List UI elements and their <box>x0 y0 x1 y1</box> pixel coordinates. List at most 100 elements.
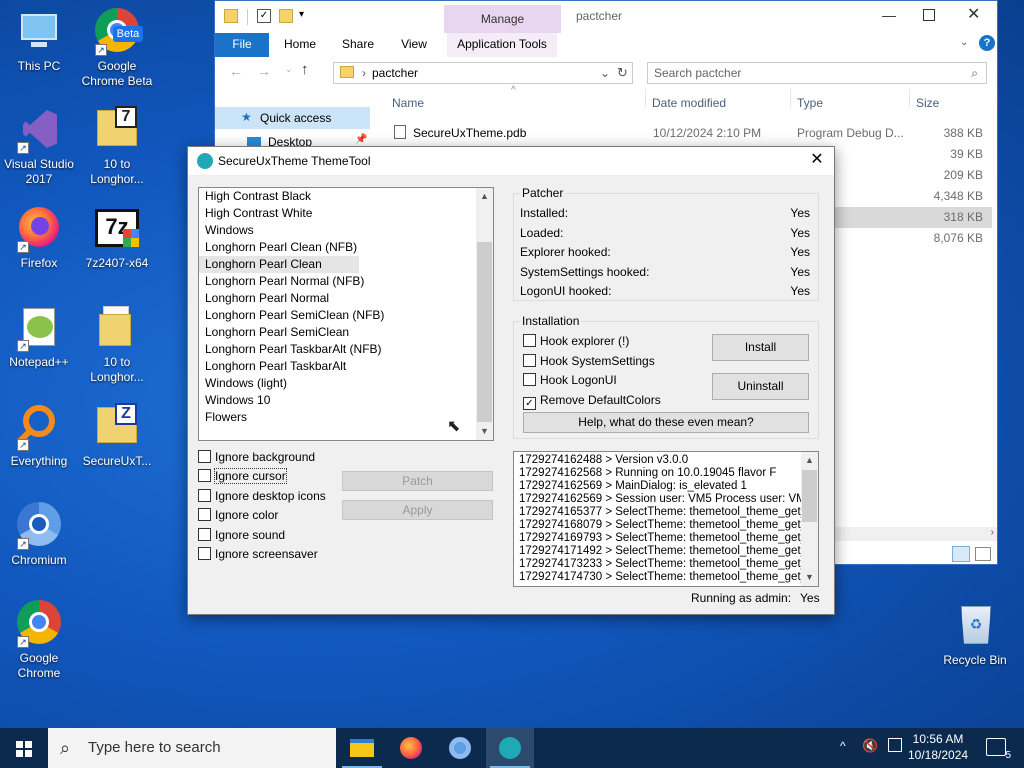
large-icons-view-icon[interactable] <box>975 547 991 561</box>
install-button[interactable]: Install <box>712 334 809 361</box>
tab-view[interactable]: View <box>391 33 437 57</box>
search-icon: ⌕ <box>971 66 978 80</box>
clock-date: 10/18/2024 <box>908 748 969 762</box>
address-input[interactable]: › pactcher ⌄ <box>333 62 633 84</box>
hook-explorer-checkbox[interactable]: Hook explorer (!) <box>523 334 629 350</box>
log-scrollbar[interactable]: ▲ ▼ <box>801 452 818 586</box>
log-textbox[interactable]: 1729274162488 > Version v3.0.0 172927416… <box>513 451 819 587</box>
desktop-icon-firefox[interactable]: ↗ Firefox <box>0 205 79 271</box>
remove-defaultcolors-checkbox[interactable]: ✓ Remove DefaultColors <box>523 393 661 410</box>
close-icon[interactable]: ✕ <box>806 149 828 171</box>
help-button[interactable]: Help, what do these even mean? <box>523 412 809 433</box>
patch-button[interactable]: Patch <box>342 471 493 491</box>
desktop-icon-visual-studio[interactable]: ↗ Visual Studio 2017 <box>0 106 79 187</box>
back-icon[interactable]: ← <box>229 63 243 79</box>
desktop-icon-google-chrome[interactable]: ↗ Google Chrome <box>0 600 79 681</box>
column-type[interactable]: Type <box>797 96 823 110</box>
taskbar-firefox[interactable] <box>387 728 435 768</box>
theme-item[interactable]: Longhorn Pearl Clean (NFB) <box>199 239 359 256</box>
desktop-icon-everything[interactable]: ↗ Everything <box>0 403 79 469</box>
show-hidden-icons[interactable]: ^ <box>840 739 846 753</box>
theme-item-selected[interactable]: Longhorn Pearl Clean <box>199 256 359 273</box>
ignore-screensaver-checkbox[interactable]: Ignore screensaver <box>198 547 318 563</box>
volume-muted-icon[interactable]: 🔇 <box>862 738 878 754</box>
uninstall-button[interactable]: Uninstall <box>712 373 809 400</box>
desktop-icon-recycle-bin[interactable]: ♻ Recycle Bin <box>935 602 1015 668</box>
theme-item[interactable]: Longhorn Pearl SemiClean <box>199 324 359 341</box>
scroll-right-icon[interactable]: › <box>991 527 994 538</box>
ignore-sound-checkbox[interactable]: Ignore sound <box>198 528 285 544</box>
tab-home[interactable]: Home <box>275 33 325 57</box>
close-icon[interactable]: ✕ <box>967 4 980 24</box>
desktop-icon-10-to-longhorn-1[interactable]: 7 10 to Longhor... <box>77 106 157 187</box>
theme-item[interactable]: Longhorn Pearl Normal <box>199 290 359 307</box>
desktop-icon-secureuxtheme-zip[interactable]: Z SecureUxT... <box>77 403 157 469</box>
status-value: Yes <box>790 206 810 220</box>
hook-systemsettings-checkbox[interactable]: Hook SystemSettings <box>523 354 655 370</box>
tab-application-tools[interactable]: Application Tools <box>447 33 557 57</box>
scroll-down-icon[interactable]: ▼ <box>801 569 818 586</box>
scroll-up-icon[interactable]: ▲ <box>476 188 493 205</box>
theme-item[interactable]: Windows 10 <box>199 392 359 409</box>
desktop-icon-notepadpp[interactable]: ↗ Notepad++ <box>0 304 79 370</box>
tab-manage[interactable]: Manage <box>444 5 561 33</box>
up-icon[interactable]: ↑ <box>301 61 309 78</box>
taskbar-file-explorer[interactable] <box>338 728 386 768</box>
notification-center-icon[interactable]: 5 <box>986 738 1011 761</box>
tab-share[interactable]: Share <box>335 33 381 57</box>
network-icon[interactable] <box>888 738 902 752</box>
taskbar-search-box[interactable]: ⌕ Type here to search <box>48 728 336 768</box>
address-dropdown-icon[interactable]: ⌄ <box>600 63 610 83</box>
column-name[interactable]: Name <box>392 96 424 110</box>
desktop-icon-this-pc[interactable]: This PC <box>0 8 79 74</box>
desktop-icon-chromium[interactable]: ↗ Chromium <box>0 502 79 568</box>
scroll-up-icon[interactable]: ▲ <box>801 452 818 469</box>
recent-locations-icon[interactable]: ⌄ <box>285 64 293 75</box>
theme-item[interactable]: High Contrast White <box>199 205 359 222</box>
nav-item-quick-access[interactable]: ★ Quick access <box>215 107 370 129</box>
start-button[interactable] <box>0 728 48 768</box>
scroll-down-icon[interactable]: ▼ <box>476 423 493 440</box>
column-size[interactable]: Size <box>916 96 939 110</box>
theme-item[interactable]: Flowers <box>199 409 359 426</box>
file-row[interactable]: SecureUxTheme.pdb 10/12/2024 2:10 PM Pro… <box>392 123 992 144</box>
ignore-background-checkbox[interactable]: Ignore background <box>198 450 315 466</box>
scroll-thumb[interactable] <box>477 242 492 422</box>
horizontal-scrollbar[interactable]: › <box>835 527 997 541</box>
theme-listbox[interactable]: High Contrast Black High Contrast White … <box>198 187 494 441</box>
hook-logonui-checkbox[interactable]: Hook LogonUI <box>523 373 617 389</box>
ignore-desktop-icons-checkbox[interactable]: Ignore desktop icons <box>198 489 326 505</box>
properties-icon[interactable]: ✓ <box>257 9 271 23</box>
customize-qat-icon[interactable]: ▾ <box>299 9 304 20</box>
theme-list-scrollbar[interactable]: ▲ ▼ <box>476 188 493 440</box>
theme-item[interactable]: Longhorn Pearl TaskbarAlt (NFB) <box>199 341 382 358</box>
ignore-cursor-checkbox[interactable]: Ignore cursor <box>198 468 287 485</box>
new-folder-icon[interactable] <box>279 9 293 23</box>
theme-item[interactable]: Longhorn Pearl Normal (NFB) <box>199 273 364 290</box>
desktop-icon-chrome-beta[interactable]: Beta ↗ Google Chrome Beta <box>77 8 157 89</box>
theme-item[interactable]: Windows (light) <box>199 375 359 392</box>
clock[interactable]: 10:56 AM 10/18/2024 <box>908 731 968 763</box>
forward-icon[interactable]: → <box>257 63 271 79</box>
theme-item[interactable]: Longhorn Pearl TaskbarAlt <box>199 358 359 375</box>
help-icon[interactable]: ? <box>979 35 995 51</box>
theme-item[interactable]: Windows <box>199 222 359 239</box>
refresh-icon[interactable]: ↻ <box>617 65 628 81</box>
search-input[interactable]: Search pactcher ⌕ <box>647 62 987 84</box>
details-view-icon[interactable] <box>952 546 970 562</box>
apply-button[interactable]: Apply <box>342 500 493 520</box>
desktop-icon-10-to-longhorn-2[interactable]: 10 to Longhor... <box>77 304 157 385</box>
ribbon-expand-icon[interactable]: ⌄ <box>960 37 968 48</box>
column-date-modified[interactable]: Date modified <box>652 96 726 110</box>
desktop-icon-7zip-installer[interactable]: 7z 7z2407-x64 <box>77 205 157 271</box>
theme-item[interactable]: Longhorn Pearl SemiClean (NFB) <box>199 307 384 324</box>
taskbar-chromium[interactable] <box>436 728 484 768</box>
tab-file[interactable]: File <box>215 33 269 57</box>
taskbar-themetool[interactable] <box>486 728 534 768</box>
maximize-icon[interactable] <box>923 9 935 21</box>
scroll-thumb[interactable] <box>802 470 817 522</box>
ignore-color-checkbox[interactable]: Ignore color <box>198 508 278 524</box>
desktop-icon-label: 10 to Longhor... <box>90 355 144 384</box>
minimize-icon[interactable]: — <box>879 7 899 23</box>
theme-item[interactable]: High Contrast Black <box>199 188 359 205</box>
